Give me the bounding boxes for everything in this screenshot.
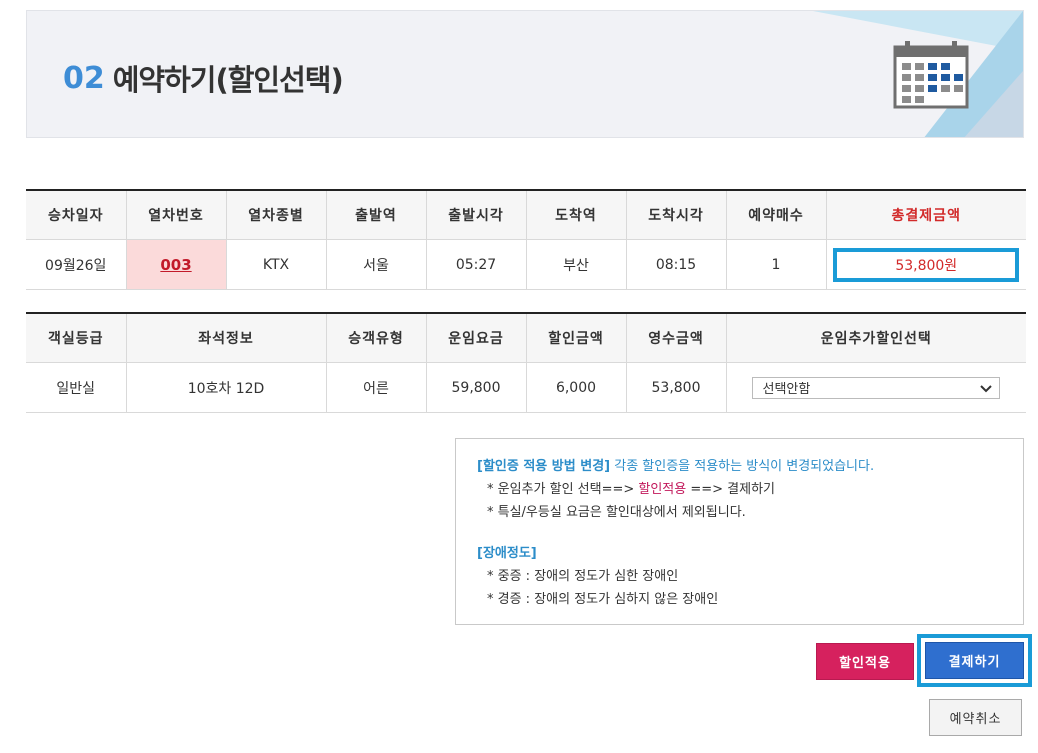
col-total: 총결제금액 bbox=[826, 190, 1026, 240]
total-amount: 53,800원 bbox=[833, 247, 1020, 282]
col-seat: 좌석정보 bbox=[126, 313, 327, 363]
col-train-no: 열차번호 bbox=[126, 190, 227, 240]
discount-select[interactable]: 선택안함 bbox=[751, 376, 1000, 399]
step-number: 02 bbox=[63, 60, 105, 96]
cell-extra-discount: 선택안함 bbox=[726, 362, 1026, 413]
notice-title-line: [할인증 적용 방법 변경] 각종 할인증을 적용하는 방식이 변경되었습니다. bbox=[477, 455, 1023, 478]
table-row: 09월26일 003 KTX 서울 05:27 부산 08:15 1 53,80… bbox=[26, 239, 1026, 290]
page-header: 02 예약하기(할인선택) bbox=[26, 10, 1024, 138]
notice-line-2: * 특실/우등실 요금은 할인대상에서 제외됩니다. bbox=[487, 505, 746, 520]
page-title: 02 예약하기(할인선택) bbox=[63, 57, 344, 99]
notice-title-2: [장애정도] bbox=[477, 546, 537, 561]
calendar-icon bbox=[893, 41, 969, 109]
col-date: 승차일자 bbox=[26, 190, 127, 240]
cell-train-no: 003 bbox=[126, 239, 227, 290]
trip-header-row: 승차일자 열차번호 열차종별 출발역 출발시각 도착역 도착시각 예약매수 총결… bbox=[26, 190, 1026, 240]
notice-line-1-b: 할인적용 bbox=[638, 482, 687, 497]
cell-discount: 6,000 bbox=[526, 362, 627, 413]
chevron-down-icon bbox=[979, 384, 992, 392]
notice-line-1-a: * 운임추가 할인 선택==> bbox=[487, 482, 639, 497]
notice-line-1-c: ==> 결제하기 bbox=[686, 482, 776, 497]
notice-line-3: * 중증 : 장애의 정도가 심한 장애인 bbox=[487, 569, 679, 584]
cell-fare: 59,800 bbox=[426, 362, 527, 413]
notice-line-1: * 운임추가 할인 선택==> 할인적용 ==> 결제하기 bbox=[477, 478, 1023, 501]
fare-header-row: 객실등급 좌석정보 승객유형 운임요금 할인금액 영수금액 운임추가할인선택 bbox=[26, 313, 1026, 363]
notice-line-4: * 경증 : 장애의 정도가 심하지 않은 장애인 bbox=[487, 592, 719, 607]
cell-class: 일반실 bbox=[26, 362, 127, 413]
col-arr-station: 도착역 bbox=[526, 190, 627, 240]
col-extra-discount: 운임추가할인선택 bbox=[726, 313, 1026, 363]
cell-count: 1 bbox=[726, 239, 827, 290]
fare-table: 객실등급 좌석정보 승객유형 운임요금 할인금액 영수금액 운임추가할인선택 일… bbox=[26, 312, 1026, 413]
cell-arr-station: 부산 bbox=[526, 239, 627, 290]
cell-seat: 10호차 12D bbox=[126, 362, 327, 413]
cell-dep-station: 서울 bbox=[326, 239, 427, 290]
discount-notice: [할인증 적용 방법 변경] 각종 할인증을 적용하는 방식이 변경되었습니다.… bbox=[455, 438, 1024, 625]
train-number-link[interactable]: 003 bbox=[160, 256, 191, 274]
cell-total: 53,800원 bbox=[826, 239, 1026, 290]
col-passenger: 승객유형 bbox=[326, 313, 427, 363]
col-fare: 운임요금 bbox=[426, 313, 527, 363]
trip-table: 승차일자 열차번호 열차종별 출발역 출발시각 도착역 도착시각 예약매수 총결… bbox=[26, 189, 1026, 290]
apply-discount-button[interactable]: 할인적용 bbox=[816, 643, 914, 680]
cell-passenger: 어른 bbox=[326, 362, 427, 413]
col-dep-time: 출발시각 bbox=[426, 190, 527, 240]
cell-date: 09월26일 bbox=[26, 239, 127, 290]
cell-dep-time: 05:27 bbox=[426, 239, 527, 290]
pay-button[interactable]: 결제하기 bbox=[925, 642, 1024, 679]
cell-arr-time: 08:15 bbox=[626, 239, 727, 290]
col-train-type: 열차종별 bbox=[226, 190, 327, 240]
col-dep-station: 출발역 bbox=[326, 190, 427, 240]
col-arr-time: 도착시각 bbox=[626, 190, 727, 240]
cancel-reservation-button[interactable]: 예약취소 bbox=[929, 699, 1022, 736]
col-class: 객실등급 bbox=[26, 313, 127, 363]
table-row: 일반실 10호차 12D 어른 59,800 6,000 53,800 선택안함 bbox=[26, 362, 1026, 413]
col-discount: 할인금액 bbox=[526, 313, 627, 363]
notice-title: [할인증 적용 방법 변경] bbox=[477, 459, 611, 474]
col-paid: 영수금액 bbox=[626, 313, 727, 363]
cell-train-type: KTX bbox=[226, 239, 327, 290]
discount-select-value: 선택안함 bbox=[762, 382, 811, 397]
cell-paid: 53,800 bbox=[626, 362, 727, 413]
page-title-text: 예약하기(할인선택) bbox=[112, 63, 344, 97]
notice-title-rest: 각종 할인증을 적용하는 방식이 변경되었습니다. bbox=[610, 459, 875, 474]
col-count: 예약매수 bbox=[726, 190, 827, 240]
